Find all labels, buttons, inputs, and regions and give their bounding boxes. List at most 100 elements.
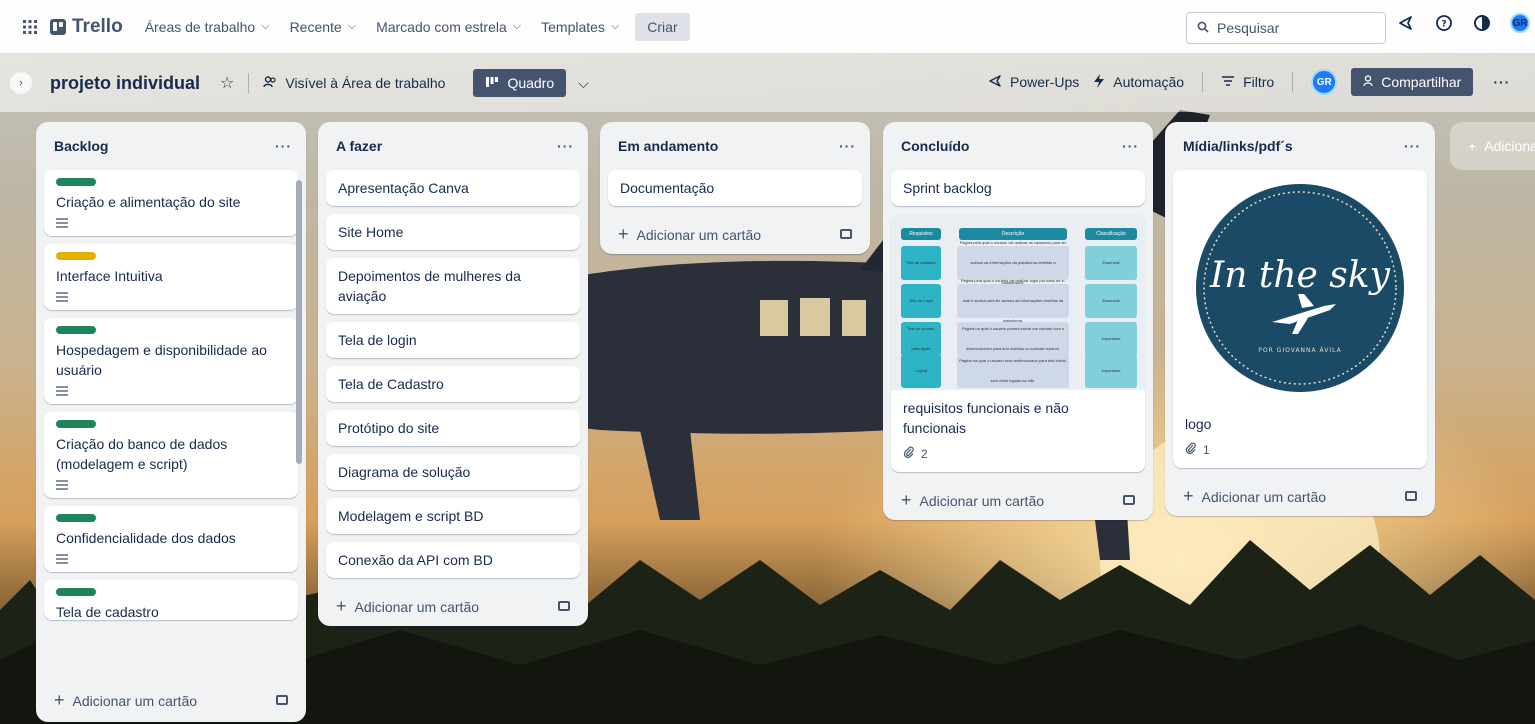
plus-icon: + [1468,138,1477,154]
list-header[interactable]: Em andamento ··· [608,122,862,170]
card-label-green[interactable] [56,420,96,428]
search-icon [1197,20,1209,36]
card-title: Diagrama de solução [338,464,471,480]
attachments-count: 1 [1203,443,1210,457]
add-card-button[interactable]: + Adicionar um cartão [326,586,580,626]
card-template-icon[interactable] [558,601,570,611]
expand-sidebar-icon[interactable]: › [10,72,32,94]
card-title: logo [1185,416,1212,432]
list-header[interactable]: Backlog ··· [44,122,298,170]
app-switcher-icon[interactable] [14,11,46,43]
member-avatar[interactable]: GR [1311,69,1338,95]
divider [1292,72,1294,92]
help-icon[interactable]: ? [1434,13,1454,33]
card-title: Interface Intuitiva [56,268,163,284]
card[interactable]: Tela de login [326,322,580,358]
nav-templates[interactable]: Templates ⌵ [531,13,629,41]
list-menu-icon[interactable]: ··· [1122,138,1139,154]
people-icon [263,75,277,92]
card-template-icon[interactable] [1123,495,1135,505]
visibility-button[interactable]: Visível à Área de trabalho [263,75,445,92]
user-avatar[interactable]: GR [1510,13,1530,33]
list-title[interactable]: Concluído [901,138,969,154]
attachments-count: 2 [921,447,928,461]
divider [1202,72,1204,92]
add-card-button[interactable]: + Adicionar um cartão [608,214,862,254]
add-card-button[interactable]: + Adicionar um cartão [1173,476,1427,516]
card[interactable]: Conexão da API com BD [326,542,580,578]
nav-starred[interactable]: Marcado com estrela ⌵ [366,13,531,41]
list-menu-icon[interactable]: ··· [839,138,856,154]
card[interactable]: Confidencialidade dos dados [44,506,298,572]
card[interactable]: Hospedagem e disponibilidade ao usuário [44,318,298,404]
list-header[interactable]: Mídia/links/pdf´s ··· [1173,122,1427,170]
automation-label: Automação [1113,74,1185,90]
table-cell: Essencial [1085,284,1137,318]
card-label-green[interactable] [56,514,96,522]
board-title[interactable]: projeto individual [50,73,200,94]
filter-icon [1221,74,1235,90]
list-title[interactable]: A fazer [336,138,382,154]
create-button[interactable]: Criar [635,12,690,41]
list-title[interactable]: Mídia/links/pdf´s [1183,138,1293,154]
card[interactable]: Sprint backlog [891,170,1145,206]
card[interactable]: Tela de cadastro [44,580,298,620]
add-card-label: Adicionar um cartão [636,226,762,243]
share-button[interactable]: Compartilhar [1351,68,1474,96]
logo-subtitle-text: POR GIOVANNA ÁVILA [1258,347,1341,354]
card[interactable]: Criação do banco de dados (modelagem e s… [44,412,298,498]
card-title: Conexão da API com BD [338,552,493,568]
automation-button[interactable]: Automação [1093,73,1185,91]
search-input[interactable]: Pesquisar [1186,12,1386,44]
more-options-icon[interactable]: ··· [1493,74,1510,90]
list-scrollbar[interactable] [296,180,302,464]
powerups-label: Power-Ups [1010,74,1080,90]
card-with-cover[interactable]: Requisitos Descrição Classificação Tela … [891,214,1145,472]
card[interactable]: Interface Intuitiva [44,244,298,310]
list-header[interactable]: Concluído ··· [891,122,1145,170]
card-with-cover[interactable]: In the sky POR GIOVANNA ÁVILA logo 1 [1173,170,1427,468]
list-menu-icon[interactable]: ··· [557,138,574,154]
card-label-green[interactable] [56,588,96,596]
card[interactable]: Tela de Cadastro [326,366,580,402]
add-card-label: Adicionar um cartão [354,598,480,615]
star-icon[interactable]: ☆ [220,73,234,93]
list-title[interactable]: Em andamento [618,138,718,154]
card-template-icon[interactable] [1405,491,1417,501]
filter-button[interactable]: Filtro [1221,74,1274,90]
add-card-button[interactable]: + Adicionar um cartão [891,480,1145,520]
board-tools: Power-Ups Automação Filtro GR Compartilh… [988,68,1510,96]
card[interactable]: Modelagem e script BD [326,498,580,534]
card-label-green[interactable] [56,326,96,334]
card-template-icon[interactable] [840,229,852,239]
nav-label: Templates [541,18,605,35]
theme-toggle-icon[interactable] [1472,13,1492,33]
add-card-button[interactable]: + Adicionar um cartão [44,680,298,720]
plus-icon: + [901,489,912,510]
card[interactable]: Protótipo do site [326,410,580,446]
nav-label: Marcado com estrela [376,18,507,35]
chevron-down-icon[interactable]: ⌵ [578,75,589,92]
card-label-yellow[interactable] [56,252,96,260]
list-menu-icon[interactable]: ··· [275,138,292,154]
card-template-icon[interactable] [276,695,288,705]
card[interactable]: Site Home [326,214,580,250]
card[interactable]: Apresentação Canva [326,170,580,206]
list-header[interactable]: A fazer ··· [326,122,580,170]
board-view-button[interactable]: Quadro [473,69,567,97]
notifications-megaphone-icon[interactable] [1396,13,1416,33]
card[interactable]: Criação e alimentação do site [44,170,298,236]
card[interactable]: Depoimentos de mulheres da aviação [326,258,580,314]
chevron-down-icon: ⌵ [610,20,620,32]
powerups-button[interactable]: Power-Ups [988,74,1079,91]
card[interactable]: Diagrama de solução [326,454,580,490]
nav-workspaces[interactable]: Áreas de trabalho ⌵ [135,13,280,41]
card-label-green[interactable] [56,178,96,186]
nav-recent[interactable]: Recente ⌵ [280,13,367,41]
list-menu-icon[interactable]: ··· [1404,138,1421,154]
person-add-icon [1363,74,1375,90]
add-list-button[interactable]: + Adiciona [1450,122,1535,170]
card[interactable]: Documentação [608,170,862,206]
list-title[interactable]: Backlog [54,138,108,154]
trello-logo[interactable]: Trello [50,16,123,38]
